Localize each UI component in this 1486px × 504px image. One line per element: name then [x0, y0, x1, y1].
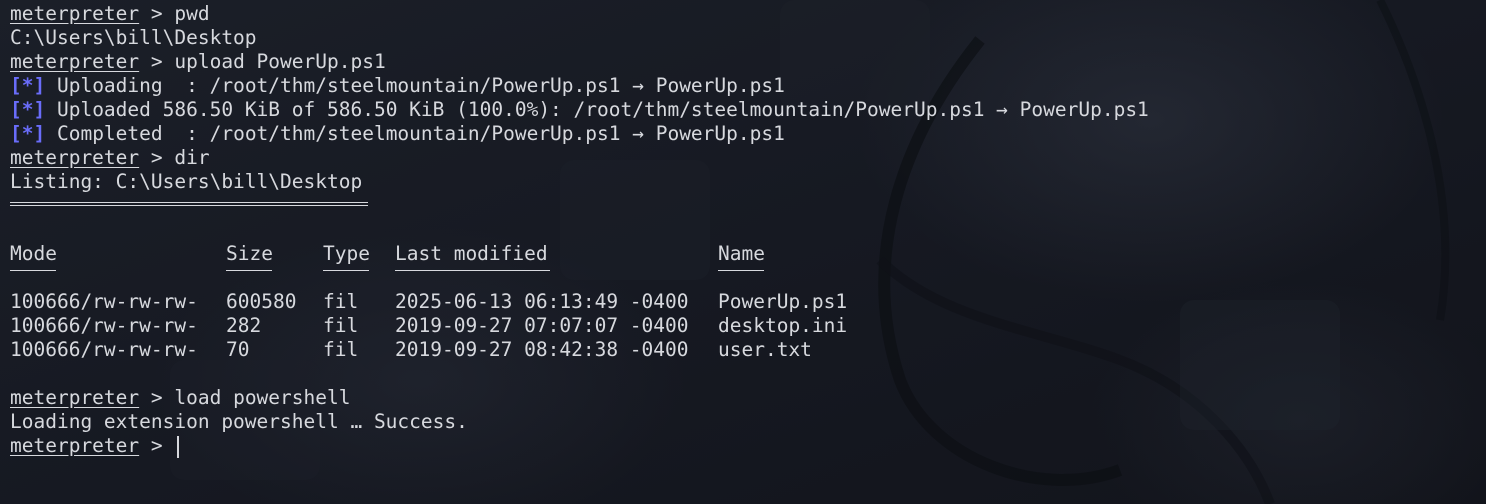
cell-name: PowerUp.ps1: [718, 290, 848, 313]
size-divider: [226, 270, 272, 271]
command-line: meterpreter > load powershell: [10, 386, 1149, 410]
name-divider: [718, 270, 764, 271]
status-tag: [*]: [10, 74, 46, 97]
col-header-mode: Mode: [10, 242, 57, 265]
status-tag: [*]: [10, 98, 46, 121]
command-text: pwd: [174, 2, 210, 25]
table-row: 100666/rw-rw-rw- 70 fil 2019-09-27 08:42:38…: [10, 338, 1149, 362]
cell-size: 600580: [226, 290, 297, 313]
prompt-separator: >: [139, 386, 175, 409]
status-line: [*] Completed : /root/thm/steelmountain/…: [10, 122, 1149, 146]
active-prompt-line[interactable]: meterpreter >: [10, 434, 1149, 458]
cell-modified: 2025-06-13 06:13:49 -0400: [395, 290, 689, 313]
cell-modified: 2019-09-27 08:42:38 -0400: [395, 338, 689, 361]
cell-type: fil: [323, 314, 359, 337]
command-line: meterpreter > upload PowerUp.ps1: [10, 50, 1149, 74]
command-line: meterpreter > pwd: [10, 2, 1149, 26]
terminal-output: meterpreter > pwd C:\Users\bill\Desktop …: [10, 2, 1149, 458]
command-text: upload PowerUp.ps1: [174, 50, 386, 73]
cell-name: user.txt: [718, 338, 812, 361]
cell-modified: 2019-09-27 07:07:07 -0400: [395, 314, 689, 337]
command-text: dir: [174, 146, 210, 169]
mode-divider: [10, 270, 56, 271]
status-line: [*] Uploaded 586.50 KiB of 586.50 KiB (1…: [10, 98, 1149, 122]
cell-mode: 100666/rw-rw-rw-: [10, 290, 198, 313]
prompt-separator: >: [139, 146, 175, 169]
table-row: 100666/rw-rw-rw- 600580 fil 2025-06-13 06:1…: [10, 290, 1149, 314]
prompt-separator: >: [139, 50, 175, 73]
status-text: Uploading : /root/thm/steelmountain/Powe…: [45, 74, 785, 97]
cell-name: desktop.ini: [718, 314, 848, 337]
status-text: Uploaded 586.50 KiB of 586.50 KiB (100.0…: [45, 98, 1149, 121]
prompt-label: meterpreter: [10, 50, 140, 73]
listing-title: Listing: C:\Users\bill\Desktop: [10, 170, 363, 193]
command-line: meterpreter > dir: [10, 146, 1149, 170]
col-header-name: Name: [718, 242, 765, 265]
type-divider: [323, 270, 369, 271]
prompt-separator: >: [139, 2, 175, 25]
table-header: Mode Size Type Last modified Name: [10, 242, 1149, 266]
command-text: load powershell: [174, 386, 351, 409]
cell-size: 282: [226, 314, 262, 337]
output-line: C:\Users\bill\Desktop: [10, 26, 257, 49]
prompt-label: meterpreter: [10, 386, 140, 409]
output-line: Loading extension powershell … Success.: [10, 410, 468, 433]
status-text: Completed : /root/thm/steelmountain/Powe…: [45, 122, 785, 145]
prompt-label: meterpreter: [10, 146, 140, 169]
cell-mode: 100666/rw-rw-rw-: [10, 338, 198, 361]
status-line: [*] Uploading : /root/thm/steelmountain/…: [10, 74, 1149, 98]
text-cursor[interactable]: [177, 435, 180, 458]
header-underline: [10, 266, 1149, 290]
table-row: 100666/rw-rw-rw- 282 fil 2019-09-27 07:07:0…: [10, 314, 1149, 338]
terminal-window[interactable]: meterpreter > pwd C:\Users\bill\Desktop …: [0, 0, 1486, 504]
cell-size: 70: [226, 338, 250, 361]
col-header-modified: Last modified: [395, 242, 548, 265]
cell-mode: 100666/rw-rw-rw-: [10, 314, 198, 337]
prompt-label: meterpreter: [10, 2, 140, 25]
col-header-size: Size: [226, 242, 273, 265]
cell-type: fil: [323, 338, 359, 361]
col-header-type: Type: [323, 242, 370, 265]
prompt-separator: >: [139, 434, 175, 457]
cell-type: fil: [323, 290, 359, 313]
prompt-label: meterpreter: [10, 434, 140, 457]
modified-divider: [395, 270, 550, 271]
status-tag: [*]: [10, 122, 46, 145]
